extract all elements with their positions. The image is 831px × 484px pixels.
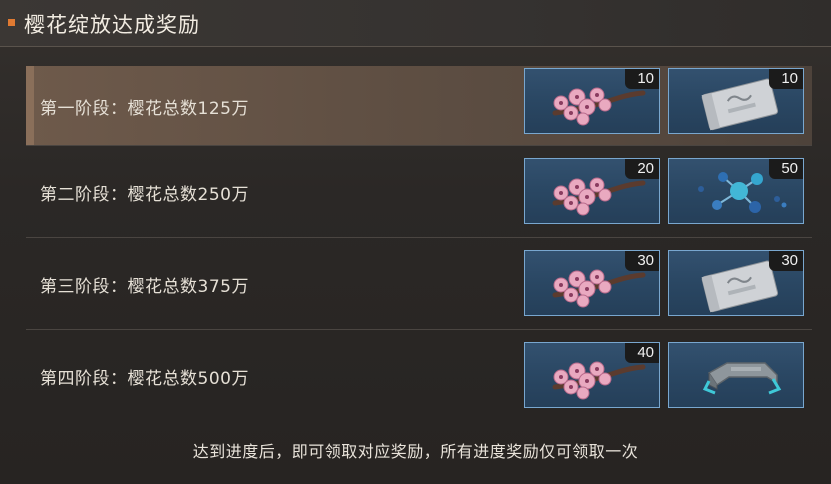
reward-quantity: 20 [625, 159, 659, 179]
reward-item-cherry-blossom[interactable]: 30 [524, 250, 660, 316]
stage-row-4[interactable]: 第四阶段：樱花总数500万 40 [26, 330, 812, 422]
reward-quantity: 10 [769, 69, 803, 89]
reward-item-molecule[interactable]: 50 [668, 158, 804, 224]
reward-quantity: 50 [769, 159, 803, 179]
footer-note: 达到进度后，即可领取对应奖励，所有进度奖励仅可领取一次 [192, 442, 639, 461]
reward-quantity: 30 [769, 251, 803, 271]
active-indicator [26, 66, 34, 146]
stage-label: 第二阶段：樱花总数250万 [40, 184, 249, 205]
reward-panel: 樱花绽放达成奖励 第一阶段：樱花总数125万 10 10 第二阶段：樱花总数25… [0, 0, 831, 484]
reward-item-cherry-blossom[interactable]: 40 [524, 342, 660, 408]
panel-title: 樱花绽放达成奖励 [24, 13, 200, 37]
reward-item-bracket[interactable] [668, 342, 804, 408]
reward-item-cherry-blossom[interactable]: 20 [524, 158, 660, 224]
header-marker [8, 19, 15, 26]
reward-quantity: 40 [625, 343, 659, 363]
reward-item-package[interactable]: 10 [668, 68, 804, 134]
reward-items: 20 50 [524, 158, 804, 224]
reward-quantity: 30 [625, 251, 659, 271]
stage-label: 第三阶段：樱花总数375万 [40, 276, 249, 297]
stage-label: 第一阶段：樱花总数125万 [40, 98, 249, 119]
reward-item-cherry-blossom[interactable]: 10 [524, 68, 660, 134]
metal-bracket-icon [702, 362, 782, 395]
stage-label: 第四阶段：樱花总数500万 [40, 368, 249, 389]
stage-row-3[interactable]: 第三阶段：樱花总数375万 30 30 [26, 238, 812, 330]
reward-items: 30 30 [524, 250, 804, 316]
reward-items: 10 10 [524, 68, 804, 134]
reward-item-package[interactable]: 30 [668, 250, 804, 316]
stage-row-2[interactable]: 第二阶段：樱花总数250万 20 50 [26, 146, 812, 238]
panel-header: 樱花绽放达成奖励 [0, 0, 831, 47]
reward-quantity: 10 [625, 69, 659, 89]
reward-items: 40 [524, 342, 804, 408]
stage-list: 第一阶段：樱花总数125万 10 10 第二阶段：樱花总数250万 20 50 … [26, 66, 812, 422]
stage-row-1[interactable]: 第一阶段：樱花总数125万 10 10 [26, 66, 812, 146]
